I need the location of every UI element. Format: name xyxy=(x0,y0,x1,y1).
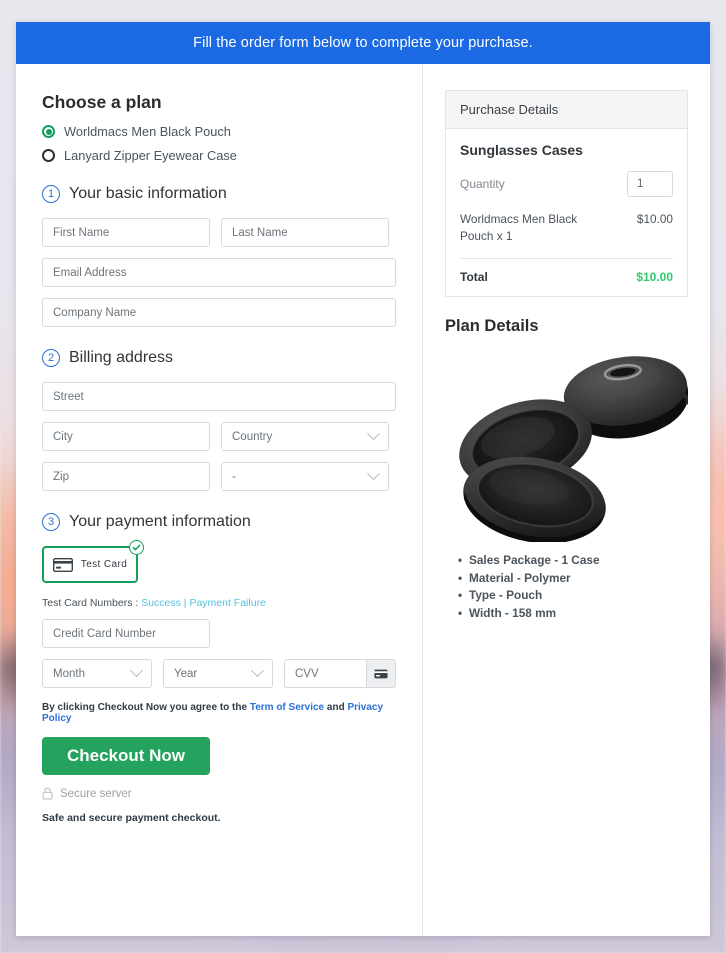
expiry-cvv-row: Month Year CVV xyxy=(42,659,396,688)
sunglasses-case-image xyxy=(459,356,688,543)
purchase-details-header: Purchase Details xyxy=(446,91,687,129)
city-input[interactable]: City xyxy=(42,422,210,451)
checkout-card: Fill the order form below to complete yo… xyxy=(16,22,710,936)
plan-option-label: Worldmacs Men Black Pouch xyxy=(64,124,231,139)
step-number-1: 1 xyxy=(42,185,60,203)
success-test-card-link[interactable]: Success xyxy=(141,597,181,609)
line-item-name: Worldmacs Men Black Pouch x 1 xyxy=(460,212,578,244)
cvv-input[interactable]: CVV xyxy=(285,660,366,687)
step-basic-information: 1 Your basic information xyxy=(42,185,396,203)
plan-spec-list: Sales Package - 1 Case Material - Polyme… xyxy=(445,552,688,622)
step-title: Billing address xyxy=(69,349,174,366)
credit-card-number-input[interactable]: Credit Card Number xyxy=(42,619,210,648)
expiry-year-value: Year xyxy=(174,667,198,680)
step-payment-information: 3 Your payment information xyxy=(42,513,396,531)
step-billing-address: 2 Billing address xyxy=(42,349,396,367)
chevron-down-icon xyxy=(251,664,264,678)
credit-card-icon xyxy=(52,557,73,572)
line-item-row: Worldmacs Men Black Pouch x 1 $10.00 xyxy=(460,211,673,260)
card-cvv-icon[interactable] xyxy=(366,660,395,687)
spec-item: Width - 158 mm xyxy=(458,605,688,623)
line-item-amount: $10.00 xyxy=(636,212,673,226)
safe-checkout-note: Safe and secure payment checkout. xyxy=(42,812,221,824)
summary-column: Purchase Details Sunglasses Cases Quanti… xyxy=(423,64,710,936)
purchase-details-box: Purchase Details Sunglasses Cases Quanti… xyxy=(445,90,688,298)
email-row: Email Address xyxy=(42,258,396,287)
plan-option-label: Lanyard Zipper Eyewear Case xyxy=(64,148,237,163)
total-label: Total xyxy=(460,270,488,285)
quantity-input[interactable]: 1 xyxy=(627,171,673,197)
first-name-input[interactable]: First Name xyxy=(42,218,210,247)
total-row: Total $10.00 xyxy=(460,259,673,284)
expiry-month-select[interactable]: Month xyxy=(42,659,152,688)
step-number-2: 2 xyxy=(42,349,60,367)
purchase-details-body: Sunglasses Cases Quantity 1 Worldmacs Me… xyxy=(446,129,687,296)
state-select[interactable]: - xyxy=(221,462,389,491)
street-input[interactable]: Street xyxy=(42,382,396,411)
term-of-service-link[interactable]: Term of Service xyxy=(250,702,324,713)
quantity-row: Quantity 1 xyxy=(460,171,673,197)
country-select-value: Country xyxy=(232,430,273,443)
name-row: First Name Last Name xyxy=(42,218,396,247)
terms-prefix: By clicking Checkout Now you agree to th… xyxy=(42,702,250,713)
total-amount: $10.00 xyxy=(636,270,673,285)
test-card-numbers-label: Test Card Numbers : xyxy=(42,597,142,609)
spec-item: Type - Pouch xyxy=(458,587,688,605)
zip-input[interactable]: Zip xyxy=(42,462,210,491)
lock-icon xyxy=(42,787,53,800)
state-select-value: - xyxy=(232,470,236,483)
payment-method-label: Test Card xyxy=(80,559,128,570)
check-circle-icon xyxy=(129,540,144,555)
choose-plan-heading: Choose a plan xyxy=(42,92,162,112)
expiry-month-value: Month xyxy=(53,667,85,680)
company-row: Company Name xyxy=(42,298,396,327)
step-title: Your payment information xyxy=(69,513,251,530)
terms-agreement-text: By clicking Checkout Now you agree to th… xyxy=(42,702,396,724)
payment-failure-test-card-link[interactable]: Payment Failure xyxy=(189,597,265,609)
cvv-field-group: CVV xyxy=(284,659,396,688)
street-row: Street xyxy=(42,382,396,411)
radio-unselected-icon[interactable] xyxy=(42,149,55,162)
step-number-3: 3 xyxy=(42,513,60,531)
step-title: Your basic information xyxy=(69,185,227,202)
chevron-down-icon xyxy=(367,467,380,481)
quantity-label: Quantity xyxy=(460,177,505,191)
checkout-now-button[interactable]: Checkout Now xyxy=(42,737,210,775)
secure-server-row: Secure server xyxy=(42,787,396,800)
secure-server-label: Secure server xyxy=(60,787,132,800)
zip-state-row: Zip - xyxy=(42,462,396,491)
radio-selected-icon[interactable] xyxy=(42,125,55,138)
expiry-year-select[interactable]: Year xyxy=(163,659,273,688)
chevron-down-icon xyxy=(130,664,143,678)
spec-item: Sales Package - 1 Case xyxy=(458,552,688,570)
purchase-product-title: Sunglasses Cases xyxy=(460,142,583,158)
chevron-down-icon xyxy=(367,427,380,441)
spec-item: Material - Polymer xyxy=(458,570,688,588)
plan-details-heading: Plan Details xyxy=(445,317,539,336)
banner: Fill the order form below to complete yo… xyxy=(16,22,710,64)
order-form-column: Choose a plan Worldmacs Men Black Pouch … xyxy=(16,64,423,936)
payment-method-test-card[interactable]: Test Card xyxy=(42,540,144,583)
company-input[interactable]: Company Name xyxy=(42,298,396,327)
last-name-input[interactable]: Last Name xyxy=(221,218,389,247)
country-select[interactable]: Country xyxy=(221,422,389,451)
card-body: Choose a plan Worldmacs Men Black Pouch … xyxy=(16,64,710,936)
plan-option-lanyard[interactable]: Lanyard Zipper Eyewear Case xyxy=(42,148,396,163)
test-card-numbers-row: Test Card Numbers : Success | Payment Fa… xyxy=(42,597,396,609)
terms-and: and xyxy=(324,702,348,713)
banner-text: Fill the order form below to complete yo… xyxy=(193,35,533,51)
plan-option-worldmacs[interactable]: Worldmacs Men Black Pouch xyxy=(42,124,396,139)
city-country-row: City Country xyxy=(42,422,396,451)
email-input[interactable]: Email Address xyxy=(42,258,396,287)
